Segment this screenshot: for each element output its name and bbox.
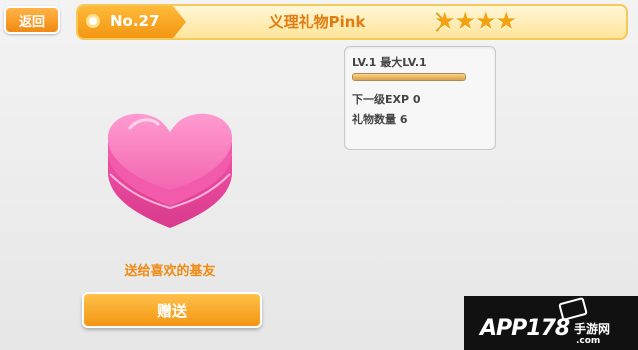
gift-number-badge: No.27 [78,6,186,38]
title-bar: No.27 义理礼物Pink ★★★★ [76,4,628,40]
exp-progress-fill [353,74,465,80]
watermark-logo: APP178 手游网 .com [464,296,638,350]
gift-number: No.27 [110,12,160,30]
coin-icon [86,14,100,28]
rarity-stars: ★★★★ [434,7,517,35]
give-gift-button[interactable]: 赠送 [82,292,262,328]
gift-info-panel: LV.1 最大LV.1 下一级EXP 0 礼物数量 6 [344,46,496,150]
exp-progress-bar [352,73,466,81]
heart-gift-box-icon [107,113,233,228]
back-button[interactable]: 返回 [4,6,60,34]
gift-hint-text: 送给喜欢的基友 [124,264,216,279]
watermark-domain: .com [576,336,601,346]
watermark-brand: APP178 [480,316,570,341]
next-level-exp: 下一级EXP 0 [352,93,421,106]
level-text: LV.1 最大LV.1 [352,56,427,69]
gift-title: 义理礼物Pink [268,13,366,31]
watermark-subtitle: 手游网 [574,322,611,336]
gift-count: 礼物数量 6 [352,113,408,126]
